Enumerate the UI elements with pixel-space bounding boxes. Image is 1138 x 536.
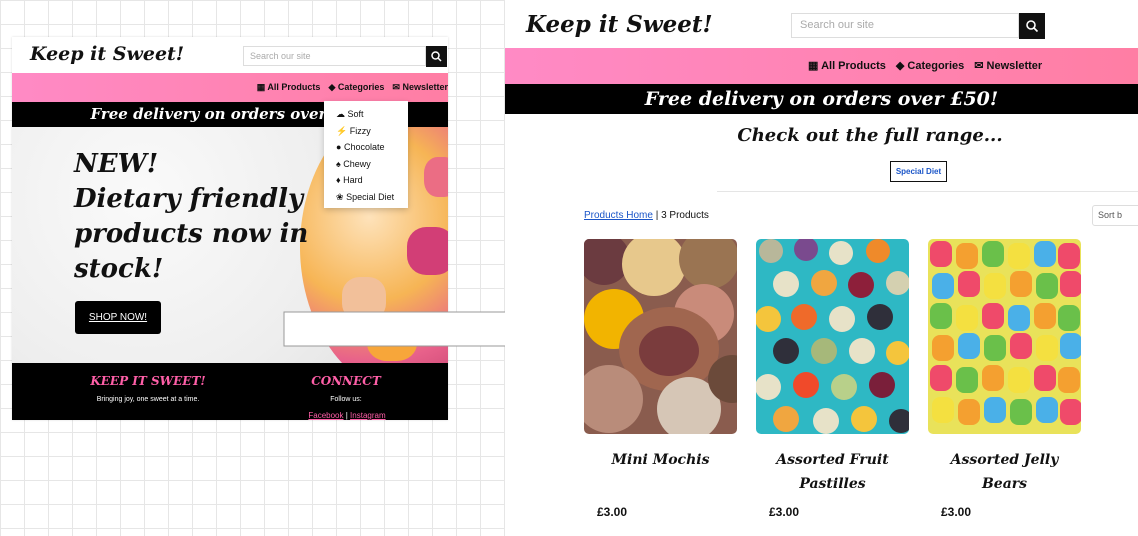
product-image[interactable] — [756, 239, 909, 434]
dropdown-item-hard[interactable]: ♦ Hard — [336, 172, 408, 189]
divider — [717, 191, 1138, 192]
category-tag-special-diet[interactable]: Special Diet — [890, 161, 947, 182]
search-button[interactable] — [426, 46, 447, 67]
product-name[interactable]: Assorted Jelly Bears — [928, 448, 1081, 498]
product-price: £3.00 — [941, 505, 972, 519]
nav-categories[interactable]: ◆ Categories — [896, 59, 964, 72]
site-footer: KEEP IT SWEET! Bringing joy, one sweet a… — [12, 363, 448, 420]
category-page-screenshot: Keep it Sweet! Search our site ▦ All Pro… — [505, 0, 1138, 536]
nav-categories[interactable]: ◆ Categories — [328, 82, 384, 93]
nav-newsletter[interactable]: ✉ Newsletter — [392, 82, 448, 93]
site-logo[interactable]: Keep it Sweet! — [526, 11, 713, 38]
delivery-banner: Free delivery on orders over £50! — [505, 84, 1138, 114]
product-card[interactable]: Assorted Fruit Pastilles £3.00 — [756, 239, 909, 519]
footer-connect-title: CONNECT — [311, 374, 381, 388]
categories-dropdown: ☁ Soft ⚡ Fizzy ● Chocolate ♠ Chewy ♦ Har… — [324, 101, 408, 208]
product-image[interactable] — [928, 239, 1081, 434]
dropdown-item-soft[interactable]: ☁ Soft — [336, 106, 408, 123]
envelope-icon: ✉ — [974, 60, 984, 72]
footer-follow-text: Follow us: — [330, 396, 362, 403]
instagram-link[interactable]: Instagram — [350, 411, 386, 420]
sort-select[interactable]: Sort b — [1092, 205, 1138, 226]
product-price: £3.00 — [597, 505, 628, 519]
product-card[interactable]: Assorted Jelly Bears £3.00 — [928, 239, 1081, 519]
hero-line: products now in — [74, 219, 309, 249]
gift-icon: ▦ — [808, 60, 819, 72]
main-nav: ▦ All Products ◆ Categories ✉ Newsletter — [505, 48, 1138, 84]
products-home-link[interactable]: Products Home — [584, 210, 653, 221]
site-header: Keep it Sweet! Search our site — [12, 37, 448, 73]
product-name[interactable]: Mini Mochis — [584, 448, 737, 498]
hero-line: NEW! — [74, 149, 159, 179]
shop-now-button[interactable]: SHOP NOW! — [75, 301, 161, 334]
hero-line: stock! — [74, 254, 164, 284]
footer-brand-title: KEEP IT SWEET! — [90, 374, 206, 388]
footer-social-links: Facebook | Instagram — [282, 411, 412, 420]
breadcrumb: Products Home | 3 Products — [584, 210, 709, 221]
tag-icon: ◆ — [328, 82, 336, 92]
product-name[interactable]: Assorted Fruit Pastilles — [756, 448, 909, 498]
product-count: | 3 Products — [652, 210, 709, 221]
page-heading: Check out the full range... — [737, 125, 1003, 146]
dropdown-item-fizzy[interactable]: ⚡ Fizzy — [336, 123, 408, 140]
dropdown-item-chocolate[interactable]: ● Chocolate — [336, 139, 408, 156]
nav-all-products[interactable]: ▦ All Products — [808, 59, 886, 72]
search-button[interactable] — [1019, 13, 1045, 39]
search-input[interactable]: Search our site — [791, 13, 1019, 38]
search-icon — [431, 51, 442, 62]
product-image[interactable] — [584, 239, 737, 434]
candy-decoration — [407, 227, 448, 275]
product-card[interactable]: Mini Mochis £3.00 — [584, 239, 737, 519]
candy-decoration — [424, 157, 448, 197]
cookie-icon: ● — [336, 142, 342, 152]
tag-icon: ◆ — [895, 60, 905, 72]
gift-icon: ▦ — [256, 82, 266, 92]
nav-newsletter[interactable]: ✉ Newsletter — [974, 59, 1042, 72]
dropdown-item-chewy[interactable]: ♠ Chewy — [336, 156, 408, 173]
dropdown-item-special-diet[interactable]: ❀ Special Diet — [336, 189, 408, 206]
nav-all-products[interactable]: ▦ All Products — [257, 82, 321, 93]
site-logo[interactable]: Keep it Sweet! — [30, 43, 184, 65]
main-nav: ▦ All Products ◆ Categories ✉ Newsletter — [12, 73, 448, 102]
envelope-icon: ✉ — [392, 82, 400, 92]
hero-heading: NEW! Dietary friendly products now in st… — [74, 147, 308, 287]
cloud-icon: ☁ — [336, 109, 345, 119]
tooth-icon: ♠ — [336, 158, 341, 169]
search-input[interactable]: Search our site — [243, 46, 426, 66]
facebook-link[interactable]: Facebook — [308, 411, 343, 420]
search-icon — [1026, 20, 1039, 33]
leaf-icon: ❀ — [336, 191, 344, 202]
product-price: £3.00 — [769, 505, 800, 519]
footer-tagline: Bringing joy, one sweet at a time. — [96, 396, 200, 403]
bolt-icon: ⚡ — [336, 125, 348, 136]
hero-line: Dietary friendly — [74, 184, 304, 214]
gem-icon: ♦ — [336, 175, 341, 185]
